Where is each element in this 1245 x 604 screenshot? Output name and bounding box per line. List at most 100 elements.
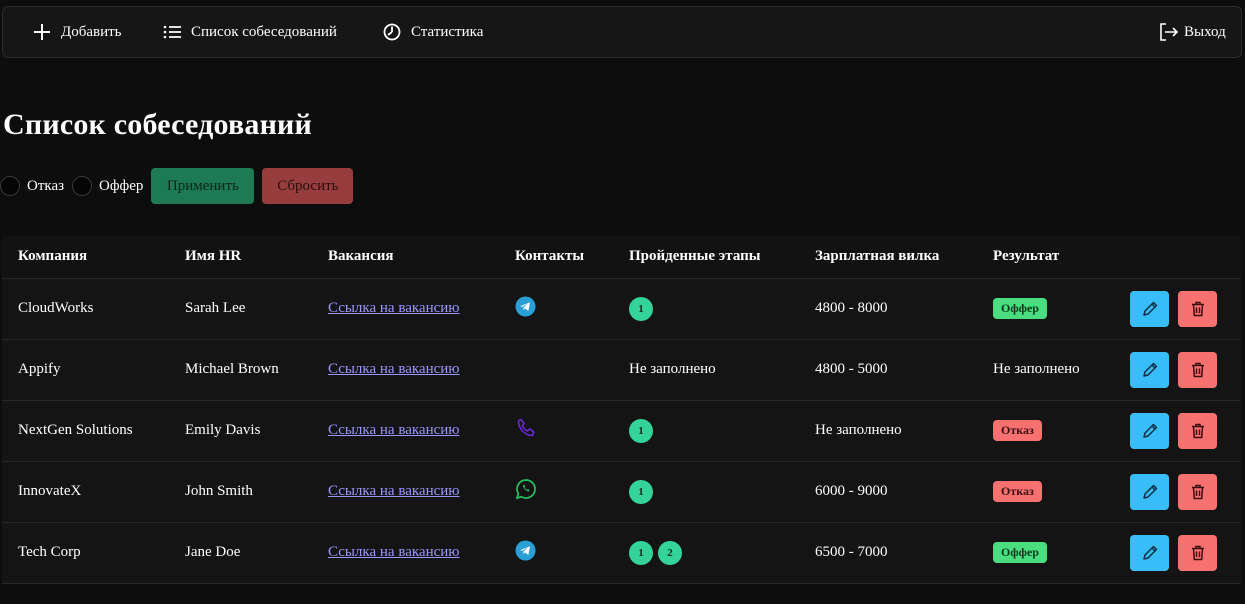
cell-hr: Jane Doe bbox=[169, 522, 312, 584]
cell-actions bbox=[1097, 339, 1241, 401]
telegram-icon[interactable] bbox=[515, 296, 536, 322]
cell-salary: Не заполнено bbox=[799, 400, 977, 462]
stage-badge: 2 bbox=[658, 540, 682, 565]
edit-button[interactable] bbox=[1130, 534, 1169, 571]
stages-empty: Не заполнено bbox=[629, 361, 716, 377]
pencil-icon bbox=[1142, 423, 1157, 438]
vacancy-link[interactable]: Ссылка на вакансию bbox=[328, 361, 460, 377]
cell-company: NextGen Solutions bbox=[2, 400, 169, 462]
table-row: CloudWorks Sarah Lee Ссылка на вакансию … bbox=[2, 278, 1241, 340]
delete-button[interactable] bbox=[1178, 473, 1217, 510]
chart-pie-icon bbox=[383, 23, 401, 41]
cell-company: Tech Corp bbox=[2, 522, 169, 584]
trash-icon bbox=[1191, 423, 1204, 438]
telegram-icon[interactable] bbox=[515, 540, 536, 566]
header-hr: Имя HR bbox=[169, 236, 312, 279]
cell-company: InnovateX bbox=[2, 461, 169, 523]
delete-button[interactable] bbox=[1178, 351, 1217, 388]
delete-button[interactable] bbox=[1178, 534, 1217, 571]
result-badge-reject: Отказ bbox=[993, 481, 1042, 502]
cell-actions bbox=[1097, 461, 1241, 523]
delete-button[interactable] bbox=[1178, 290, 1217, 327]
cell-hr: Emily Davis bbox=[169, 400, 312, 462]
stage-badge: 1 bbox=[629, 540, 653, 565]
cell-salary: 6000 - 9000 bbox=[799, 461, 977, 523]
cell-hr: Sarah Lee bbox=[169, 278, 312, 340]
delete-button[interactable] bbox=[1178, 412, 1217, 449]
cell-vacancy: Ссылка на вакансию bbox=[312, 400, 499, 462]
top-navbar: Добавить Список собеседований Статистика… bbox=[2, 6, 1242, 58]
cell-hr: Michael Brown bbox=[169, 339, 312, 401]
logout-button[interactable]: Выход bbox=[1159, 7, 1226, 57]
plus-icon bbox=[34, 24, 50, 40]
header-vacancy: Вакансия bbox=[312, 236, 499, 279]
header-contacts: Контакты bbox=[499, 236, 613, 279]
cell-vacancy: Ссылка на вакансию bbox=[312, 339, 499, 401]
apply-button[interactable]: Применить bbox=[151, 168, 255, 204]
vacancy-link[interactable]: Ссылка на вакансию bbox=[328, 544, 460, 560]
cell-contacts bbox=[499, 400, 613, 462]
header-salary: Зарплатная вилка bbox=[799, 236, 977, 279]
header-stages: Пройденные этапы bbox=[613, 236, 799, 279]
result-text: Не заполнено bbox=[993, 361, 1080, 377]
nav-list-label: Список собеседований bbox=[191, 23, 337, 40]
cell-stages: Не заполнено bbox=[613, 339, 799, 401]
pencil-icon bbox=[1142, 301, 1157, 316]
stage-badge: 1 bbox=[629, 479, 653, 504]
vacancy-link[interactable]: Ссылка на вакансию bbox=[328, 300, 460, 316]
cell-result: Отказ bbox=[977, 400, 1097, 462]
cell-result: Оффер bbox=[977, 278, 1097, 340]
header-result: Результат bbox=[977, 236, 1097, 279]
cell-actions bbox=[1097, 522, 1241, 584]
nav-stats[interactable]: Статистика bbox=[383, 7, 483, 57]
edit-button[interactable] bbox=[1130, 473, 1169, 510]
nav-add[interactable]: Добавить bbox=[33, 7, 122, 57]
list-icon bbox=[163, 25, 181, 39]
cell-vacancy: Ссылка на вакансию bbox=[312, 522, 499, 584]
reset-button[interactable]: Сбросить bbox=[262, 168, 354, 204]
cell-contacts bbox=[499, 461, 613, 523]
cell-contacts bbox=[499, 278, 613, 340]
phone-icon[interactable] bbox=[515, 417, 537, 444]
cell-stages: 1 bbox=[613, 278, 799, 340]
cell-stages: 1 bbox=[613, 461, 799, 523]
interviews-table: Компания Имя HR Вакансия Контакты Пройде… bbox=[2, 236, 1241, 584]
trash-icon bbox=[1191, 545, 1204, 560]
cell-result: Не заполнено bbox=[977, 339, 1097, 401]
nav-stats-label: Статистика bbox=[411, 23, 484, 40]
logout-icon bbox=[1160, 23, 1178, 41]
edit-button[interactable] bbox=[1130, 290, 1169, 327]
cell-company: CloudWorks bbox=[2, 278, 169, 340]
filter-offer[interactable]: Оффер bbox=[72, 176, 143, 196]
nav-add-label: Добавить bbox=[61, 23, 122, 40]
table-row: Appify Michael Brown Ссылка на вакансию … bbox=[2, 339, 1241, 401]
cell-salary: 4800 - 5000 bbox=[799, 339, 977, 401]
trash-icon bbox=[1191, 362, 1204, 377]
logout-label: Выход bbox=[1184, 23, 1226, 40]
cell-salary: 6500 - 7000 bbox=[799, 522, 977, 584]
nav-list[interactable]: Список собеседований bbox=[163, 7, 337, 57]
cell-contacts bbox=[499, 339, 613, 401]
edit-button[interactable] bbox=[1130, 412, 1169, 449]
offer-label: Оффер bbox=[99, 177, 144, 194]
trash-icon bbox=[1191, 484, 1204, 499]
pencil-icon bbox=[1142, 362, 1157, 377]
header-actions bbox=[1097, 236, 1241, 279]
cell-result: Оффер bbox=[977, 522, 1097, 584]
reject-radio[interactable] bbox=[0, 176, 20, 196]
vacancy-link[interactable]: Ссылка на вакансию bbox=[328, 422, 460, 438]
cell-salary: 4800 - 8000 bbox=[799, 278, 977, 340]
edit-button[interactable] bbox=[1130, 351, 1169, 388]
vacancy-link[interactable]: Ссылка на вакансию bbox=[328, 483, 460, 499]
filter-reject[interactable]: Отказ bbox=[0, 176, 64, 196]
cell-stages: 1 bbox=[613, 400, 799, 462]
cell-actions bbox=[1097, 278, 1241, 340]
cell-vacancy: Ссылка на вакансию bbox=[312, 278, 499, 340]
stage-badge: 1 bbox=[629, 418, 653, 443]
offer-radio[interactable] bbox=[72, 176, 93, 196]
page-title: Список собеседований bbox=[3, 108, 313, 141]
filter-bar: Отказ Оффер Применить Сбросить bbox=[0, 168, 354, 204]
cell-actions bbox=[1097, 400, 1241, 462]
cell-result: Отказ bbox=[977, 461, 1097, 523]
whatsapp-icon[interactable] bbox=[515, 478, 537, 505]
